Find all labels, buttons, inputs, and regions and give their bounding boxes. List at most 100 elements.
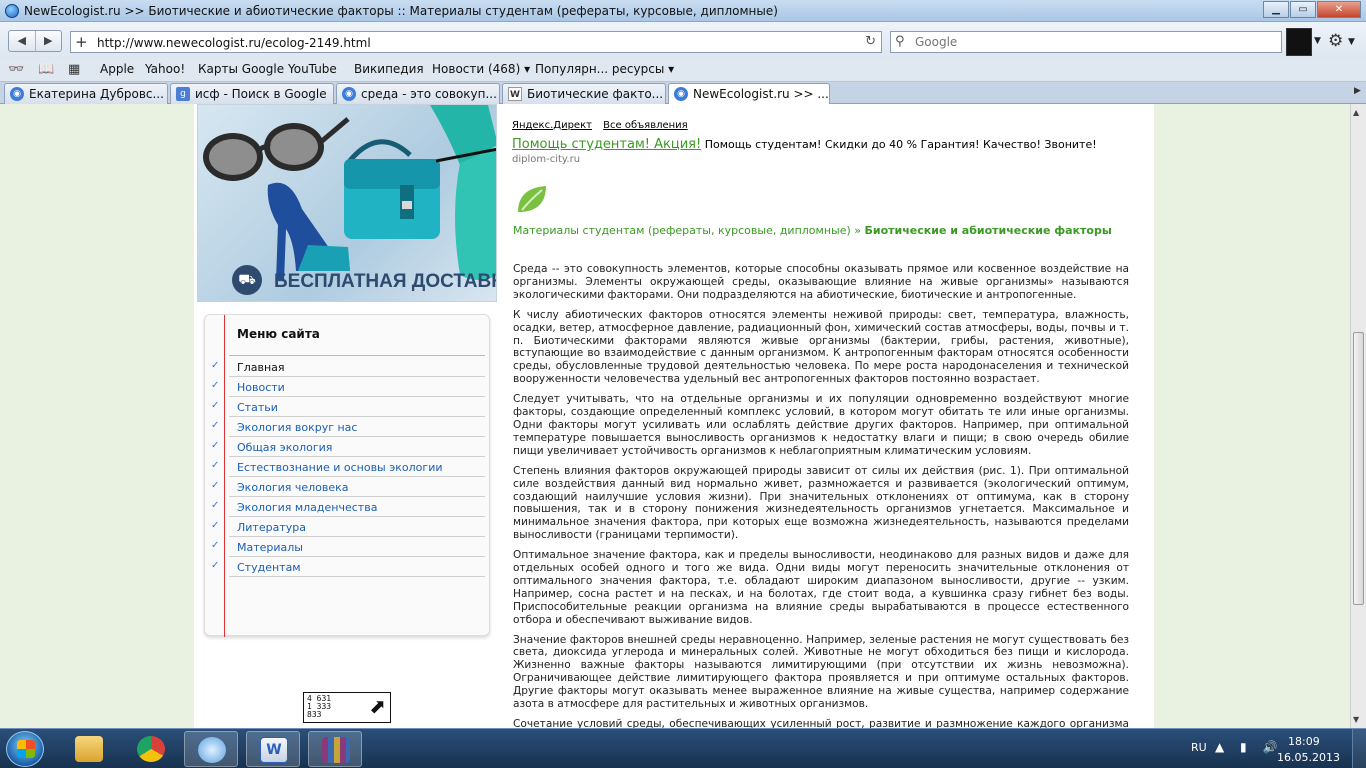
- check-icon: ✓: [211, 540, 220, 551]
- wikipedia-icon: W: [508, 87, 522, 101]
- safari-app-icon: [5, 4, 19, 18]
- tab-scroll-right-icon[interactable]: ▶: [1354, 86, 1361, 96]
- maximize-button[interactable]: ▭: [1290, 1, 1316, 18]
- menu-item[interactable]: ✓ Материалы: [211, 537, 485, 557]
- ad-line: Помощь студентам! Акция! Помощь студента…: [512, 137, 1142, 152]
- taskbar-winrar[interactable]: [308, 731, 362, 767]
- menu-item-link[interactable]: Главная: [237, 361, 285, 374]
- add-bookmark-icon[interactable]: +: [75, 33, 88, 51]
- menu-item-link[interactable]: Экология младенчества: [237, 501, 377, 514]
- forward-button[interactable]: ▶: [34, 31, 62, 51]
- menu-item-link[interactable]: Естествознание и основы экологии: [237, 461, 443, 474]
- menu-item-link[interactable]: Общая экология: [237, 441, 332, 454]
- explorer-icon: [75, 736, 103, 762]
- tab-label: исф - Поиск в Google: [195, 87, 327, 101]
- show-desktop-button[interactable]: [1352, 729, 1366, 768]
- bookmarks-bar: 👓 📖 ▦ Apple Yahoo! Карты Google YouTube …: [0, 58, 1366, 82]
- menu-item[interactable]: ✓ Общая экология: [211, 437, 485, 457]
- bookmark-youtube[interactable]: YouTube: [288, 62, 337, 76]
- globe-icon: ◉: [674, 87, 688, 101]
- bookmark-yahoo[interactable]: Yahoo!: [145, 62, 185, 76]
- menu-item[interactable]: ✓ Новости: [211, 377, 485, 397]
- taskbar-safari[interactable]: [184, 731, 238, 767]
- check-icon: ✓: [211, 360, 220, 371]
- delivery-ad-banner[interactable]: ⛟ БЕСПЛАТНАЯ ДОСТАВКА: [197, 104, 497, 302]
- tab-sreda[interactable]: ◉ среда - это совокуп...: [336, 83, 500, 104]
- leaf-logo-icon: [516, 184, 548, 216]
- gear-icon[interactable]: ⚙: [1328, 31, 1343, 51]
- vertical-scrollbar[interactable]: ▲ ▼: [1350, 104, 1366, 728]
- search-box[interactable]: ⚲: [890, 31, 1282, 53]
- search-icon: ⚲: [895, 34, 905, 49]
- bookmark-google-maps[interactable]: Карты Google: [198, 62, 284, 76]
- visitor-counter[interactable]: 4 631 1 333 833 ⬈: [303, 692, 391, 723]
- breadcrumb-section-link[interactable]: Материалы студентам (рефераты, курсовые,…: [513, 224, 851, 237]
- bookmark-news-folder[interactable]: Новости (468) ▾: [432, 62, 530, 76]
- menu-item[interactable]: ✓ Экология вокруг нас: [211, 417, 485, 437]
- menu-item-link[interactable]: Экология вокруг нас: [237, 421, 357, 434]
- system-tray-icons[interactable]: ▲ ▮ 🔊: [1215, 740, 1283, 754]
- menu-item-link[interactable]: Статьи: [237, 401, 278, 414]
- search-input[interactable]: [915, 34, 1275, 50]
- menu-item-link[interactable]: Новости: [237, 381, 285, 394]
- check-icon: ✓: [211, 440, 220, 451]
- menu-item[interactable]: ✓ Естествознание и основы экологии: [211, 457, 485, 477]
- menu-item[interactable]: ✓ Статьи: [211, 397, 485, 417]
- reading-list-icon[interactable]: 👓: [8, 62, 24, 77]
- tab-ekaterina[interactable]: ◉ Екатерина Дубровс...: [4, 83, 168, 104]
- yandex-direct-link[interactable]: Яндекс.Директ: [512, 120, 592, 131]
- menu-item-link[interactable]: Студентам: [237, 561, 301, 574]
- google-icon: g: [176, 87, 190, 101]
- scroll-down-icon[interactable]: ▼: [1353, 715, 1359, 724]
- article-paragraph: Следует учитывать, что на отдельные орга…: [513, 393, 1129, 457]
- counter-numbers: 4 631 1 333 833: [307, 695, 331, 719]
- menu-item-link[interactable]: Литература: [237, 521, 306, 534]
- article-paragraph: Оптимальное значение фактора, как и пред…: [513, 549, 1129, 626]
- reload-icon[interactable]: ↻: [865, 34, 876, 49]
- clock-time[interactable]: 18:09: [1288, 735, 1320, 748]
- close-button[interactable]: ✕: [1317, 1, 1361, 18]
- tab-google-search[interactable]: g исф - Поиск в Google: [170, 83, 334, 104]
- top-sites-grid-icon[interactable]: ▦: [68, 62, 80, 77]
- bookmark-popular-folder[interactable]: Популярн... ресурсы ▾: [535, 62, 674, 76]
- tab-newecologist[interactable]: ◉ NewEcologist.ru >> ...: [668, 83, 830, 105]
- globe-icon: ◉: [10, 87, 24, 101]
- breadcrumb-separator: »: [850, 224, 865, 237]
- taskbar-word[interactable]: W: [246, 731, 300, 767]
- counter-line-3: 833: [307, 710, 322, 719]
- language-indicator[interactable]: RU: [1191, 741, 1207, 754]
- minimize-button[interactable]: ▁: [1263, 1, 1289, 18]
- menu-item[interactable]: ✓ Экология младенчества: [211, 497, 485, 517]
- bookmarks-book-icon[interactable]: 📖: [38, 62, 54, 77]
- tab-label: NewEcologist.ru >> ...: [693, 87, 829, 101]
- taskbar-chrome[interactable]: [124, 731, 178, 767]
- address-url[interactable]: http://www.newecologist.ru/ecolog-2149.h…: [97, 36, 371, 50]
- menu-item-link[interactable]: Материалы: [237, 541, 303, 554]
- page-menu-button[interactable]: [1286, 28, 1312, 56]
- page-menu-chevron-icon[interactable]: ▼: [1314, 36, 1321, 46]
- all-ads-link[interactable]: Все объявления: [603, 120, 688, 131]
- menu-item[interactable]: ✓ Главная: [211, 357, 485, 377]
- window-controls: ▁ ▭ ✕: [1262, 1, 1361, 18]
- bookmark-apple[interactable]: Apple: [100, 62, 134, 76]
- menu-item[interactable]: ✓ Литература: [211, 517, 485, 537]
- back-button[interactable]: ◀: [9, 31, 35, 51]
- article-paragraph: Значение факторов внешней среды неравноц…: [513, 633, 1129, 711]
- taskbar-explorer[interactable]: [62, 731, 116, 767]
- check-icon: ✓: [211, 420, 220, 431]
- address-bar[interactable]: + http://www.newecologist.ru/ecolog-2149…: [70, 31, 882, 53]
- bookmark-wikipedia[interactable]: Википедия: [354, 62, 424, 76]
- scroll-up-icon[interactable]: ▲: [1353, 108, 1359, 117]
- menu-item-link[interactable]: Экология человека: [237, 481, 349, 494]
- clock-date[interactable]: 16.05.2013: [1277, 751, 1340, 764]
- menu-item[interactable]: ✓ Экология человека: [211, 477, 485, 497]
- counter-arrow-icon: ⬈: [369, 694, 386, 718]
- scroll-thumb[interactable]: [1353, 332, 1364, 605]
- tab-biotic-wikipedia[interactable]: W Биотические факто...: [502, 83, 666, 104]
- ad-headline-link[interactable]: Помощь студентам! Акция!: [512, 137, 701, 152]
- settings-chevron-icon[interactable]: ▼: [1348, 37, 1355, 47]
- windows-logo-icon: [17, 740, 35, 758]
- menu-item[interactable]: ✓ Студентам: [211, 557, 485, 577]
- start-button[interactable]: [6, 731, 44, 767]
- article-paragraph: К числу абиотических факторов относятся …: [513, 308, 1129, 386]
